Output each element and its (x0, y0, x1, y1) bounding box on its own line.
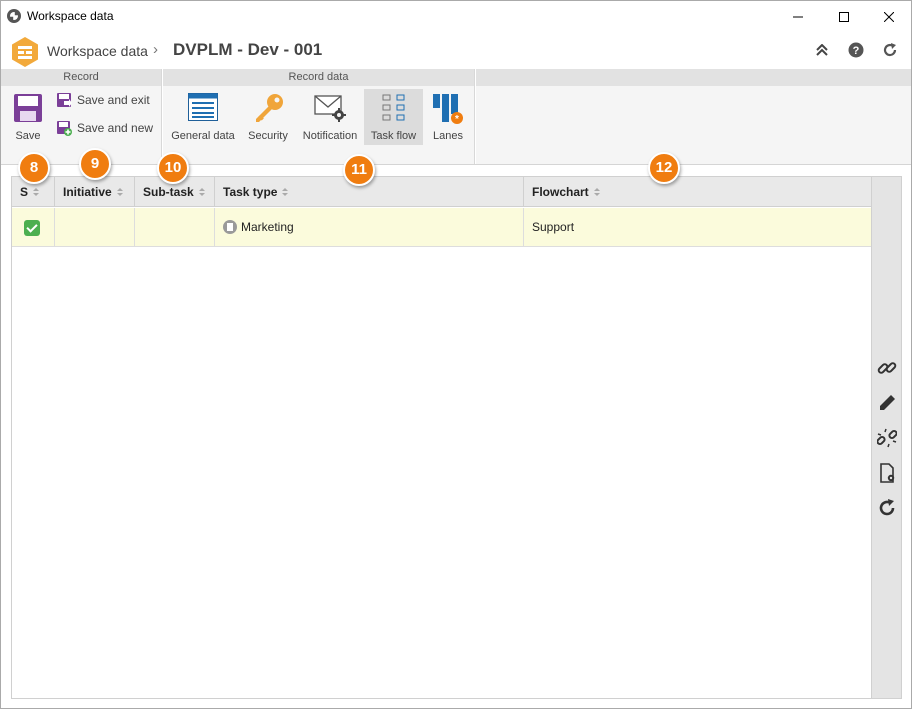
header-bar: Workspace data › DVPLM - Dev - 001 ? (1, 32, 911, 69)
associate-button[interactable] (877, 358, 897, 378)
floppy-disk-icon (14, 94, 42, 122)
page-title: DVPLM - Dev - 001 (173, 40, 323, 59)
svg-text:?: ? (853, 45, 860, 57)
table-row[interactable]: Marketing Support (12, 208, 871, 247)
task-flow-grid: S Initiative Sub-task Task type Flowchar… (12, 177, 871, 698)
minimize-button[interactable] (775, 1, 821, 32)
document-settings-button[interactable] (877, 463, 897, 483)
column-header-initiative[interactable]: Initiative (55, 177, 135, 207)
help-button[interactable]: ? (847, 41, 865, 59)
save-and-exit-button[interactable]: Save and exit (56, 91, 150, 109)
collapse-button[interactable] (813, 41, 831, 59)
refresh-icon (879, 499, 895, 516)
sort-icon (593, 187, 601, 196)
breadcrumb-root[interactable]: Workspace data (47, 43, 148, 59)
cell-task-type: Marketing (215, 208, 524, 247)
callout-9: 9 (79, 148, 111, 180)
cell-initiative (55, 208, 135, 247)
close-icon (884, 11, 894, 22)
lanes-icon: * (433, 94, 463, 125)
edit-icon (880, 395, 895, 410)
reload-icon (883, 43, 897, 57)
general-data-button[interactable]: General data (167, 89, 239, 145)
app-globe-icon (7, 9, 21, 23)
sort-icon (33, 187, 40, 196)
security-button[interactable]: Security (244, 89, 292, 145)
lanes-button[interactable]: * Lanes (427, 89, 469, 145)
unlink-icon (877, 428, 897, 448)
callout-11: 11 (343, 154, 375, 186)
group-record-data-header: Record data (163, 69, 474, 86)
link-icon (877, 362, 897, 374)
window-title: Workspace data (27, 9, 114, 23)
document-settings-icon (880, 463, 895, 483)
task-flow-button[interactable]: Task flow (364, 89, 423, 145)
workspace-data-window: Workspace data Workspace data › DVPLM - … (0, 0, 912, 709)
svg-text:*: * (455, 114, 459, 125)
column-header-flowchart[interactable]: Flowchart (524, 177, 871, 207)
refresh-button[interactable] (877, 498, 897, 518)
edit-button[interactable] (877, 393, 897, 413)
minimize-icon (793, 16, 803, 17)
callout-8: 8 (18, 152, 50, 184)
key-icon (256, 94, 283, 122)
group-record-header: Record (1, 69, 161, 86)
task-type-icon (223, 219, 237, 234)
breadcrumb-separator: › (153, 41, 158, 58)
callout-12: 12 (648, 152, 680, 184)
callout-10: 10 (157, 152, 189, 184)
form-window-icon (188, 93, 218, 121)
cell-subtask (135, 208, 215, 247)
status-check-icon (24, 220, 40, 236)
envelope-gear-icon (314, 95, 346, 122)
task-flow-icon (382, 94, 404, 121)
help-icon: ? (848, 42, 864, 58)
maximize-icon (839, 11, 849, 22)
sort-icon (198, 187, 206, 196)
sort-icon (282, 187, 289, 196)
save-new-icon (57, 121, 72, 136)
maximize-button[interactable] (821, 1, 867, 32)
reload-button[interactable] (881, 41, 899, 59)
workspace-logo-icon (12, 37, 38, 67)
disassociate-button[interactable] (877, 428, 897, 448)
sort-icon (116, 187, 124, 196)
save-and-new-button[interactable]: Save and new (56, 119, 153, 137)
side-toolbar (871, 177, 901, 698)
save-button[interactable]: Save (7, 89, 49, 145)
close-button[interactable] (866, 1, 912, 32)
double-chevron-up-icon (816, 44, 828, 56)
task-flow-panel: S Initiative Sub-task Task type Flowchar… (11, 176, 902, 699)
notification-button[interactable]: Notification (299, 89, 361, 145)
save-exit-icon (57, 93, 72, 107)
cell-flowchart: Support (532, 220, 575, 234)
grid-header: S Initiative Sub-task Task type Flowchar… (12, 177, 871, 207)
title-bar: Workspace data (1, 1, 911, 32)
